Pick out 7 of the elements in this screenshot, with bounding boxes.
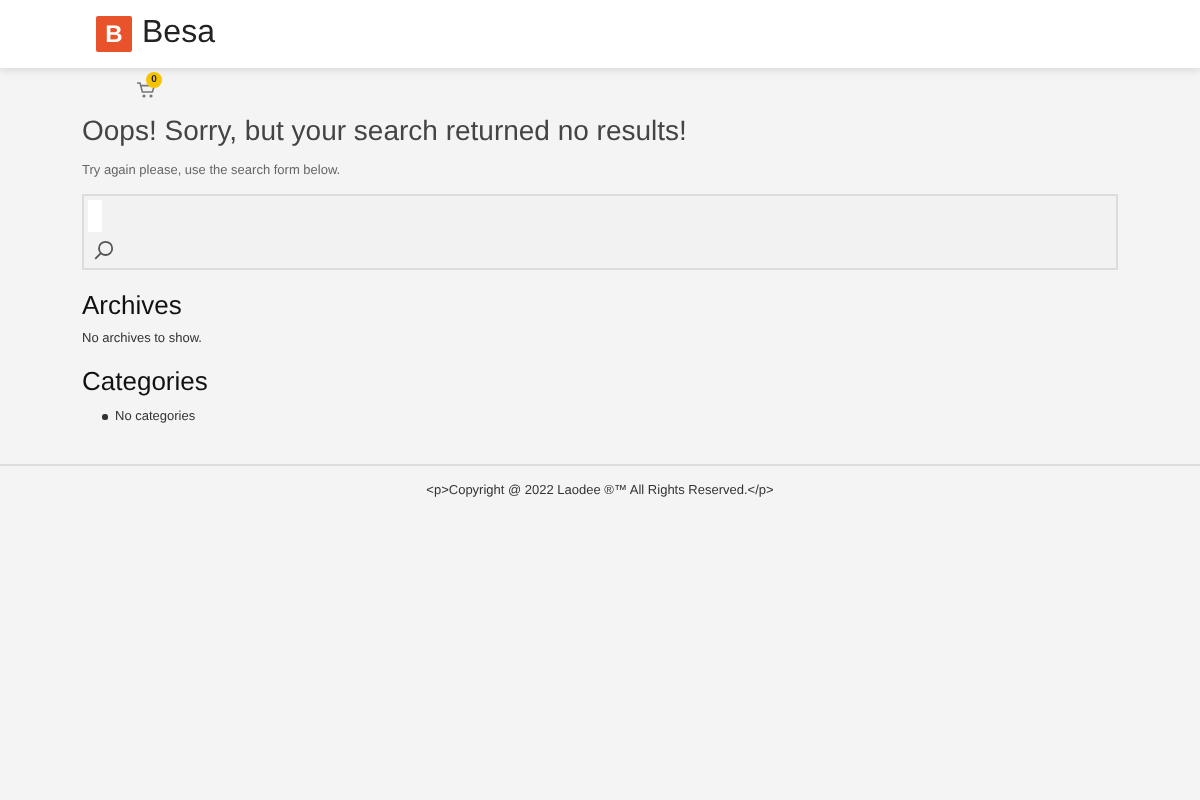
logo-icon[interactable]: B [96,16,132,52]
section-title: Categories [82,366,210,398]
bullet-icon [102,414,107,420]
section-title: Archives [82,290,184,322]
page-heading: Oops! Sorry, but your search returned no results! [82,112,689,150]
search-icon[interactable] [94,240,114,260]
brand-name[interactable]: Besa [142,16,215,52]
